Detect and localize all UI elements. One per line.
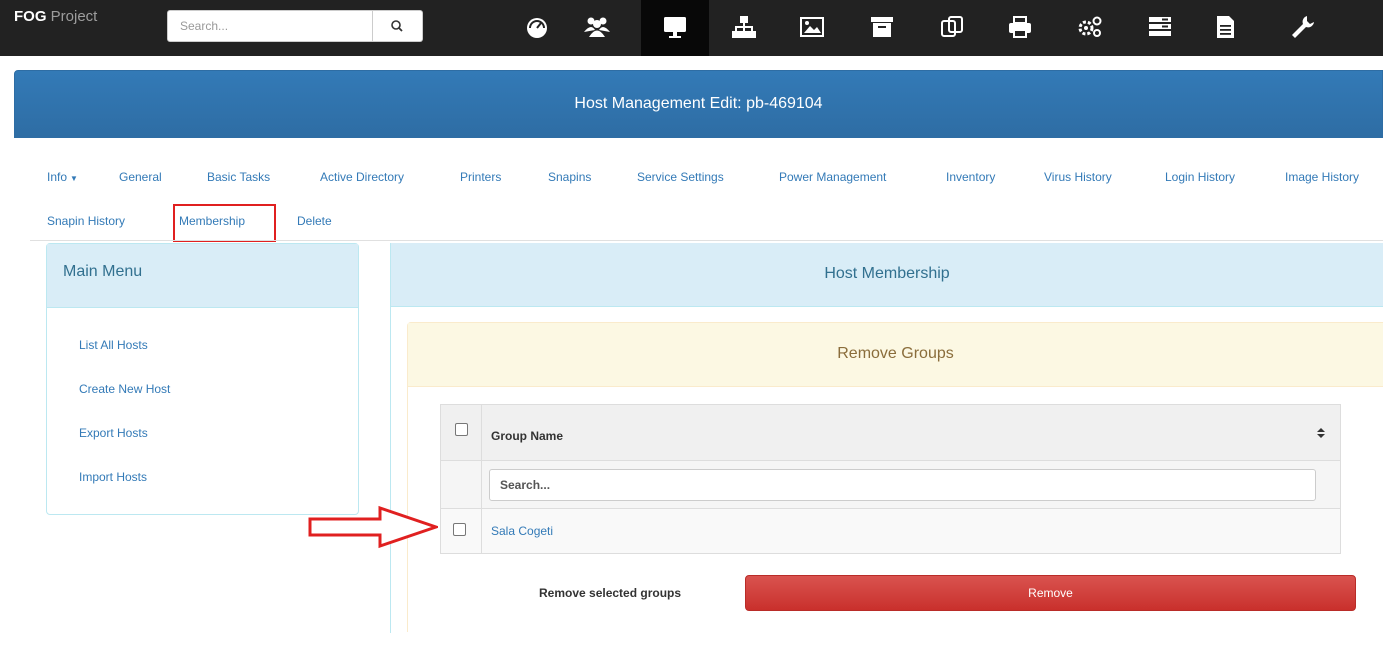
tab-service-settings[interactable]: Service Settings — [637, 170, 724, 184]
snapins-icon[interactable] — [935, 10, 969, 44]
remove-selected-label: Remove selected groups — [539, 586, 682, 600]
page-title: Host Management Edit: pb-469104 — [14, 70, 1383, 138]
row-checkbox[interactable] — [453, 523, 466, 536]
nav-search-button[interactable] — [373, 10, 423, 42]
group-link[interactable]: Sala Cogeti — [491, 524, 553, 538]
group-search-input[interactable]: Search... — [489, 469, 1316, 501]
annotation-highlight-box — [173, 204, 276, 242]
storage-icon[interactable] — [865, 10, 899, 44]
menu-item-list-all-hosts[interactable]: List All Hosts — [79, 338, 148, 352]
tab-snapin-history[interactable]: Snapin History — [47, 214, 125, 228]
hosts-icon[interactable] — [658, 10, 692, 44]
dashboard-icon[interactable] — [520, 10, 554, 44]
settings-icon[interactable] — [1285, 10, 1319, 44]
table-row: Sala Cogeti — [441, 509, 1340, 553]
host-membership-title: Host Membership — [391, 243, 1383, 307]
top-navbar: FOG Project Search... — [0, 0, 1383, 56]
tab-delete[interactable]: Delete — [297, 214, 332, 228]
tab-info-label: Info — [47, 170, 68, 184]
brand-bold: FOG — [14, 8, 47, 25]
tab-snapins[interactable]: Snapins — [548, 170, 591, 184]
table-search-row: Search... — [441, 461, 1340, 509]
groups-table: Group Name Search... Sala Cogeti — [440, 404, 1341, 554]
tab-active-directory[interactable]: Active Directory — [320, 170, 404, 184]
menu-item-import-hosts[interactable]: Import Hosts — [79, 470, 147, 484]
annotation-arrow-icon — [308, 505, 438, 549]
reports-icon[interactable] — [1208, 10, 1242, 44]
tab-info[interactable]: Info ▼ — [47, 170, 78, 184]
brand-rest: Project — [46, 8, 98, 25]
tab-inventory[interactable]: Inventory — [946, 170, 995, 184]
tasks-icon[interactable] — [1143, 10, 1177, 44]
groups-icon[interactable] — [727, 10, 761, 44]
remove-groups-title: Remove Groups — [408, 323, 1383, 387]
remove-button[interactable]: Remove — [745, 575, 1356, 611]
search-icon — [391, 20, 403, 32]
tab-login-history[interactable]: Login History — [1165, 170, 1235, 184]
tab-virus-history[interactable]: Virus History — [1044, 170, 1112, 184]
main-menu-panel: Main Menu List All Hosts Create New Host… — [46, 243, 359, 515]
checkbox-column-divider — [481, 405, 482, 553]
main-menu-title: Main Menu — [47, 244, 358, 308]
nav-search-input[interactable]: Search... — [167, 10, 373, 42]
tab-image-history[interactable]: Image History — [1285, 170, 1383, 184]
menu-item-export-hosts[interactable]: Export Hosts — [79, 426, 148, 440]
table-header-row: Group Name — [441, 405, 1340, 461]
tab-printers[interactable]: Printers — [460, 170, 501, 184]
tab-basic-tasks[interactable]: Basic Tasks — [207, 170, 270, 184]
brand-logo[interactable]: FOG Project — [14, 8, 97, 25]
tab-power-management[interactable]: Power Management — [779, 170, 886, 184]
sort-icon[interactable] — [1316, 427, 1326, 442]
tabs-divider — [30, 240, 1383, 241]
printers-icon[interactable] — [1003, 10, 1037, 44]
service-icon[interactable] — [1073, 10, 1107, 44]
users-icon[interactable] — [580, 10, 614, 44]
tab-general[interactable]: General — [119, 170, 162, 184]
select-all-checkbox[interactable] — [455, 423, 468, 436]
group-name-column-header[interactable]: Group Name — [491, 429, 563, 443]
caret-down-icon: ▼ — [70, 174, 78, 183]
images-icon[interactable] — [795, 10, 829, 44]
menu-item-create-new-host[interactable]: Create New Host — [79, 382, 170, 396]
